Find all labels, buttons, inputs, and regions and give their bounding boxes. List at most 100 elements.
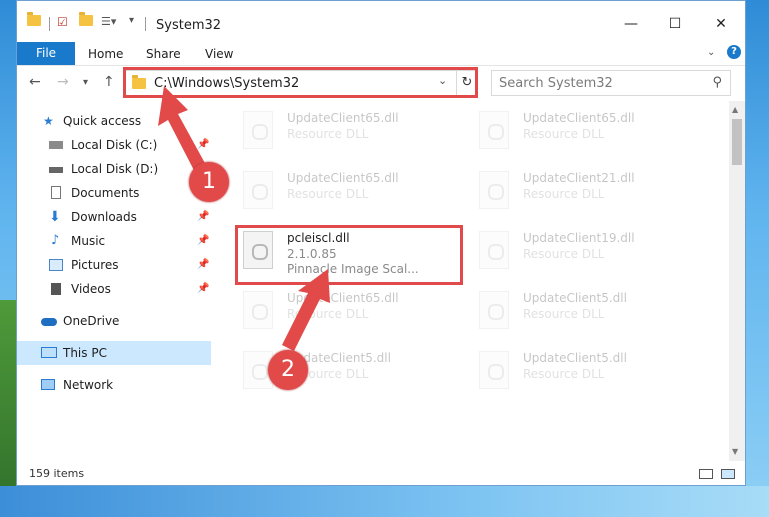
dll-file-icon xyxy=(243,171,273,209)
sidebar-item-this-pc[interactable]: This PC xyxy=(17,341,211,365)
up-arrow-icon[interactable]: ↑ xyxy=(103,74,115,90)
sidebar-item-label: Quick access xyxy=(63,114,142,128)
sidebar-item-label: OneDrive xyxy=(63,314,120,328)
tab-home[interactable]: Home xyxy=(88,47,123,61)
drive-icon xyxy=(49,141,63,149)
scroll-down-icon[interactable]: ▼ xyxy=(732,447,738,456)
cloud-icon xyxy=(41,318,57,326)
computer-icon xyxy=(41,347,57,358)
sidebar-item-label: Videos xyxy=(71,282,111,296)
dll-file-icon xyxy=(479,171,509,209)
list-item[interactable]: UpdateClient21.dll Resource DLL xyxy=(475,165,695,215)
pictures-icon xyxy=(49,259,63,271)
search-box[interactable]: Search System32 ⚲ xyxy=(491,70,731,96)
pin-icon[interactable]: 📌 xyxy=(197,277,209,301)
list-item[interactable]: UpdateClient5.dll Resource DLL xyxy=(475,285,695,335)
sidebar-item-onedrive[interactable]: OneDrive xyxy=(17,309,211,333)
dll-file-icon xyxy=(479,351,509,389)
file-description: Resource DLL xyxy=(523,367,605,381)
star-icon: ★ xyxy=(43,114,54,128)
search-input[interactable]: Search System32 xyxy=(499,76,613,91)
sidebar-item-label: Music xyxy=(71,234,106,248)
vertical-scrollbar[interactable]: ▲ ▼ xyxy=(729,101,745,461)
drive-icon xyxy=(49,167,63,173)
folder-icon xyxy=(27,12,41,26)
network-icon xyxy=(41,379,55,390)
document-icon xyxy=(51,186,61,199)
list-item[interactable]: UpdateClient5.dll Resource DLL xyxy=(475,345,695,395)
status-bar: 159 items xyxy=(17,463,745,485)
close-button[interactable]: ✕ xyxy=(699,11,743,37)
sidebar-item-videos[interactable]: Videos 📌 xyxy=(17,277,211,301)
sidebar-item-label: Network xyxy=(63,378,114,392)
file-description: Resource DLL xyxy=(523,247,605,261)
file-name: UpdateClient19.dll xyxy=(523,231,635,245)
sidebar-item-downloads[interactable]: ⬇ Downloads 📌 xyxy=(17,205,211,229)
ribbon-expand-icon[interactable]: ⌄ xyxy=(707,47,715,58)
minimize-button[interactable]: — xyxy=(609,11,653,37)
dll-file-icon xyxy=(243,111,273,149)
chevron-down-icon[interactable]: ▾ xyxy=(129,15,134,26)
annotation-arrow-2 xyxy=(282,269,330,351)
title-bar: ☑ ☰▾ ▾ System32 — ☐ ✕ xyxy=(17,1,745,41)
large-icons-view-icon[interactable] xyxy=(721,469,735,479)
tab-file[interactable]: File xyxy=(17,42,75,65)
sidebar-item-label: Downloads xyxy=(71,210,137,224)
file-name: UpdateClient65.dll xyxy=(523,111,635,125)
file-name: UpdateClient65.dll xyxy=(287,171,399,185)
sidebar-item-music[interactable]: ♪ Music 📌 xyxy=(17,229,211,253)
list-item[interactable]: UpdateClient65.dll Resource DLL xyxy=(239,105,459,155)
details-view-icon[interactable] xyxy=(699,469,713,479)
recent-locations-icon[interactable]: ▾ xyxy=(83,77,88,88)
file-description: Resource DLL xyxy=(523,127,605,141)
tab-view[interactable]: View xyxy=(205,47,233,61)
item-count: 159 items xyxy=(29,467,85,480)
sidebar-item-label: Documents xyxy=(71,186,140,200)
toolbar-separator xyxy=(49,17,50,31)
sidebar-item-pictures[interactable]: Pictures 📌 xyxy=(17,253,211,277)
tab-share[interactable]: Share xyxy=(146,47,181,61)
music-note-icon: ♪ xyxy=(51,233,60,248)
file-name: UpdateClient5.dll xyxy=(523,351,627,365)
sidebar-item-label: Local Disk (D:) xyxy=(71,162,159,176)
properties-icon[interactable]: ☑ xyxy=(57,15,68,29)
file-description: Resource DLL xyxy=(287,187,369,201)
dll-file-icon xyxy=(479,231,509,269)
customize-icon[interactable]: ☰▾ xyxy=(101,15,116,28)
pin-icon[interactable]: 📌 xyxy=(197,205,209,229)
list-item[interactable]: UpdateClient65.dll Resource DLL xyxy=(475,105,695,155)
dll-file-icon xyxy=(243,291,273,329)
toolbar-separator xyxy=(145,17,146,31)
scroll-up-icon[interactable]: ▲ xyxy=(732,105,738,114)
scrollbar-thumb[interactable] xyxy=(732,119,742,165)
sidebar-item-network[interactable]: Network xyxy=(17,373,211,397)
sidebar-item-label: Local Disk (C:) xyxy=(71,138,158,152)
download-arrow-icon: ⬇ xyxy=(49,209,61,225)
pin-icon[interactable]: 📌 xyxy=(197,253,209,277)
sidebar-item-label: This PC xyxy=(63,346,107,360)
dll-file-icon xyxy=(479,111,509,149)
file-name: UpdateClient21.dll xyxy=(523,171,635,185)
list-item[interactable]: UpdateClient19.dll Resource DLL xyxy=(475,225,695,275)
file-name: UpdateClient5.dll xyxy=(523,291,627,305)
forward-arrow-icon[interactable]: → xyxy=(57,74,69,90)
file-description: Resource DLL xyxy=(523,307,605,321)
dll-file-icon xyxy=(479,291,509,329)
film-icon xyxy=(51,283,61,295)
maximize-button[interactable]: ☐ xyxy=(653,11,697,37)
ribbon-tabs: File Home Share View ⌄ ? xyxy=(17,41,745,66)
step-badge-1: 1 xyxy=(189,162,229,202)
search-icon: ⚲ xyxy=(712,75,722,90)
file-description: Resource DLL xyxy=(287,127,369,141)
pin-icon[interactable]: 📌 xyxy=(197,229,209,253)
new-folder-icon[interactable] xyxy=(79,12,93,26)
file-description: Resource DLL xyxy=(523,187,605,201)
sidebar-item-label: Pictures xyxy=(71,258,119,272)
step-badge-2: 2 xyxy=(268,350,308,390)
list-item[interactable]: UpdateClient65.dll Resource DLL xyxy=(239,165,459,215)
back-arrow-icon[interactable]: ← xyxy=(29,74,41,90)
desktop-background-bottom xyxy=(0,486,769,517)
file-name: UpdateClient65.dll xyxy=(287,111,399,125)
help-icon[interactable]: ? xyxy=(727,45,741,59)
window-title: System32 xyxy=(156,18,222,33)
